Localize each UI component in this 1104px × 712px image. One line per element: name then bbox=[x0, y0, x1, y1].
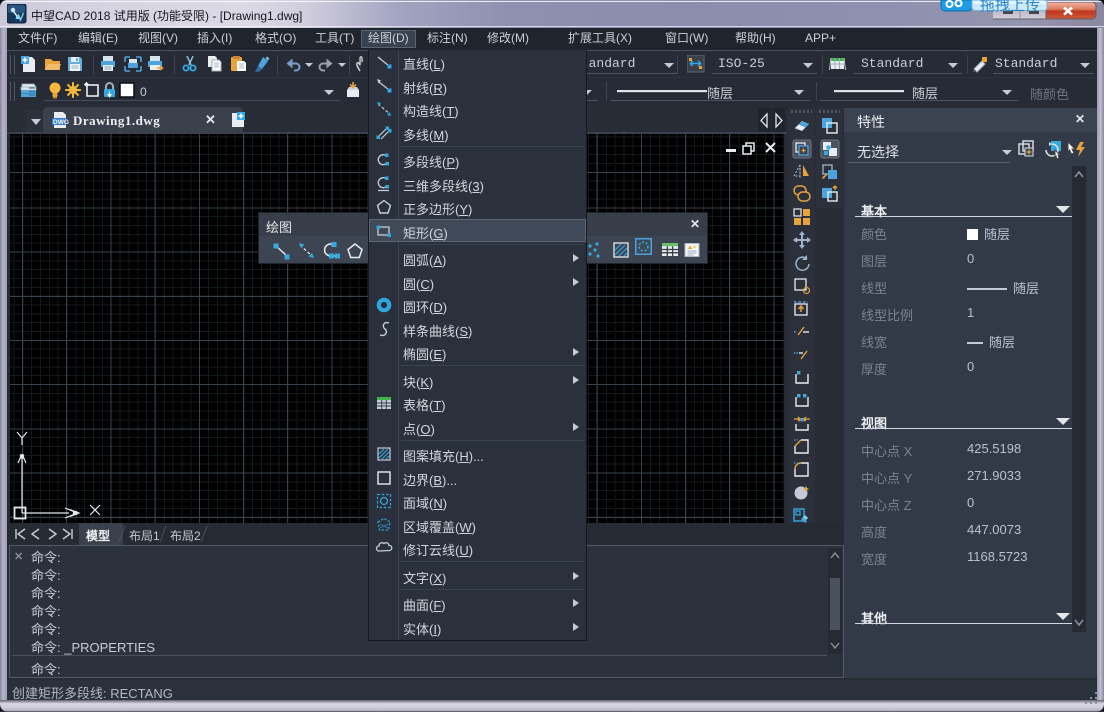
svg-text:拖拽上传: 拖拽上传 bbox=[980, 0, 1040, 12]
svg-text:DWG: DWG bbox=[53, 119, 69, 126]
